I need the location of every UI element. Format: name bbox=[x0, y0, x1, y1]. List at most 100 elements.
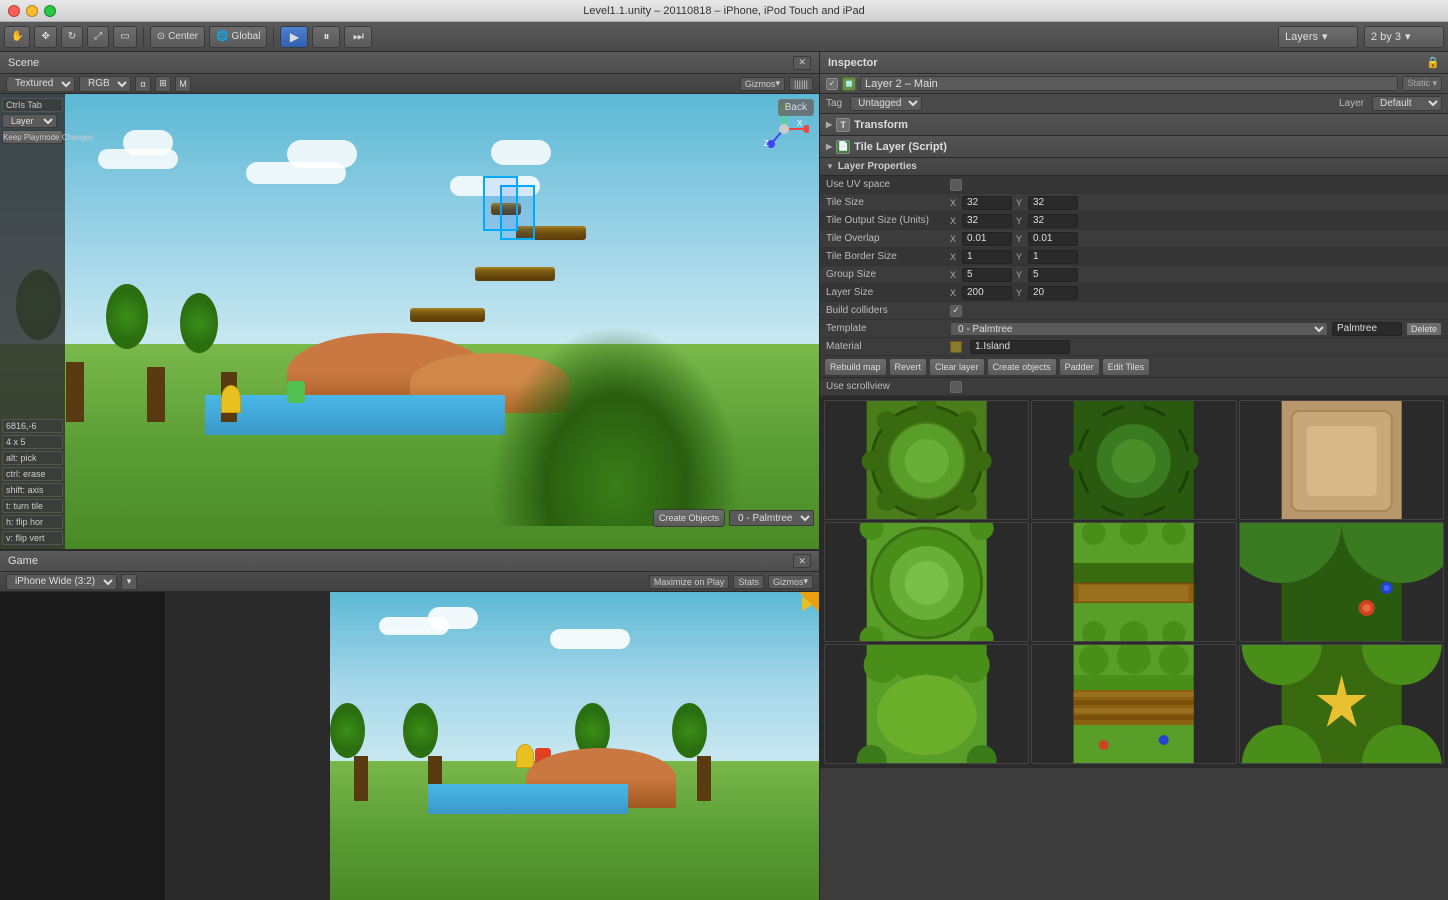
tile-border-x-input[interactable] bbox=[962, 250, 1012, 264]
alpha-icon-btn[interactable]: α bbox=[135, 76, 151, 92]
rotate-tool-button[interactable]: ↻ bbox=[61, 26, 83, 48]
layout-dropdown[interactable]: 2 by 3 ▾ bbox=[1364, 26, 1444, 48]
tool-coords[interactable]: CtrIs Tab bbox=[2, 98, 63, 112]
tag-select[interactable]: Untagged bbox=[850, 96, 922, 111]
padder-button[interactable]: Padder bbox=[1059, 358, 1100, 376]
layer-size-row: Layer Size X Y bbox=[820, 284, 1448, 302]
revert-button[interactable]: Revert bbox=[889, 358, 928, 376]
keep-playmode-button[interactable]: Keep Playmode Changes bbox=[2, 130, 63, 144]
tool-dims: 4 x 5 bbox=[2, 435, 63, 449]
back-button[interactable]: Back bbox=[778, 99, 814, 116]
game-canvas bbox=[0, 592, 819, 900]
game-resolution-select[interactable]: iPhone Wide (3:2) bbox=[6, 574, 117, 590]
clear-layer-button[interactable]: Clear layer bbox=[929, 358, 985, 376]
tile-output-x-input[interactable] bbox=[962, 214, 1012, 228]
mipmap-icon-btn[interactable]: M bbox=[175, 76, 191, 92]
hand-tool-button[interactable]: ✋ bbox=[4, 26, 30, 48]
template-select[interactable]: 0 - Palmtree bbox=[950, 322, 1328, 336]
tag-label: Tag bbox=[826, 98, 842, 109]
group-size-x-pair: X bbox=[950, 268, 1012, 282]
tile-cell-7[interactable] bbox=[824, 644, 1029, 764]
group-size-y-input[interactable] bbox=[1028, 268, 1078, 282]
layers-dropdown[interactable]: Layers ▾ bbox=[1278, 26, 1358, 48]
platform-2 bbox=[475, 267, 555, 281]
tile-overlap-x-input[interactable] bbox=[962, 232, 1012, 246]
use-scrollview-checkbox[interactable] bbox=[950, 381, 962, 393]
rebuild-map-button[interactable]: Rebuild map bbox=[824, 358, 887, 376]
object-active-checkbox[interactable]: ✓ bbox=[826, 78, 838, 90]
layer-size-x-input[interactable] bbox=[962, 286, 1012, 300]
build-colliders-checkbox[interactable] bbox=[950, 305, 962, 317]
template-name-input[interactable] bbox=[1332, 322, 1402, 336]
create-objects-button[interactable]: Create Objects bbox=[653, 509, 725, 527]
game-player bbox=[516, 744, 534, 768]
game-aspect-btn[interactable]: ▾ bbox=[121, 574, 137, 590]
pause-button[interactable]: ⏸ bbox=[312, 26, 340, 48]
global-button[interactable]: 🌐 Global bbox=[209, 26, 267, 48]
maximize-play-button[interactable]: Maximize on Play bbox=[649, 575, 730, 589]
tile-cell-6[interactable] bbox=[1239, 522, 1444, 642]
tile-cell-5[interactable] bbox=[1031, 522, 1236, 642]
selected-platform-2 bbox=[483, 176, 518, 231]
tile-output-y-input[interactable] bbox=[1028, 214, 1078, 228]
scene-canvas: CtrIs Tab Layer 2 - Main Keep Playmode C… bbox=[0, 94, 819, 549]
close-game-button[interactable]: ✕ bbox=[793, 554, 811, 568]
layer-size-y-input[interactable] bbox=[1028, 286, 1078, 300]
group-size-xy: X Y bbox=[950, 268, 1442, 282]
step-button[interactable]: ⏭ bbox=[344, 26, 372, 48]
move-tool-button[interactable]: ✥ bbox=[34, 26, 56, 48]
scene-mode-select[interactable]: Textured bbox=[6, 76, 75, 92]
lock-icon[interactable]: 🔒 bbox=[1426, 56, 1440, 69]
object-name-input[interactable] bbox=[860, 76, 1398, 91]
delete-template-button[interactable]: Delete bbox=[1406, 322, 1442, 336]
tile-cell-3[interactable] bbox=[1239, 400, 1444, 520]
tile-layer-label: Tile Layer (Script) bbox=[854, 141, 947, 153]
build-colliders-label: Build colliders bbox=[826, 305, 946, 316]
layer-select-overlay[interactable]: Layer 2 - Main bbox=[2, 114, 57, 128]
x-label-5: X bbox=[950, 270, 960, 280]
game-tab-label[interactable]: Game bbox=[8, 555, 38, 567]
build-colliders-row: Build colliders bbox=[820, 302, 1448, 320]
maximize-button[interactable] bbox=[44, 5, 56, 17]
platform-4 bbox=[410, 308, 485, 322]
edit-tiles-button[interactable]: Edit Tiles bbox=[1102, 358, 1151, 376]
create-objects-inspector-button[interactable]: Create objects bbox=[987, 358, 1057, 376]
layer-select[interactable]: Default bbox=[1372, 96, 1442, 111]
close-scene-button[interactable]: ✕ bbox=[793, 56, 811, 70]
scene-rgb-select[interactable]: RGB bbox=[79, 76, 131, 92]
tile-cell-9[interactable] bbox=[1239, 644, 1444, 764]
center-icon: ⊙ bbox=[157, 31, 165, 42]
cloud-6 bbox=[491, 140, 551, 165]
tile-size-x-input[interactable] bbox=[962, 196, 1012, 210]
create-objects-bar: Create Objects 0 - Palmtree bbox=[653, 509, 814, 527]
overdraw-icon-btn[interactable]: ⊞ bbox=[155, 76, 171, 92]
tile-size-y-input[interactable] bbox=[1028, 196, 1078, 210]
tile-cell-2[interactable] bbox=[1031, 400, 1236, 520]
minimize-button[interactable] bbox=[26, 5, 38, 17]
use-uv-checkbox[interactable] bbox=[950, 179, 962, 191]
rect-tool-button[interactable]: ▭ bbox=[113, 26, 136, 48]
close-button[interactable] bbox=[8, 5, 20, 17]
tile-cell-1[interactable] bbox=[824, 400, 1029, 520]
tile-overlap-x-pair: X bbox=[950, 232, 1012, 246]
game-tree-trunk-1 bbox=[354, 756, 368, 801]
tile-cell-8[interactable] bbox=[1031, 644, 1236, 764]
y-label-3: Y bbox=[1016, 234, 1026, 244]
scene-tab-label[interactable]: Scene bbox=[8, 57, 39, 69]
material-input[interactable] bbox=[970, 340, 1070, 354]
tile-overlap-y-input[interactable] bbox=[1028, 232, 1078, 246]
snap-settings-button[interactable]: |||||| bbox=[789, 77, 813, 91]
group-size-x-input[interactable] bbox=[962, 268, 1012, 282]
center-button[interactable]: ⊙ Center bbox=[150, 26, 205, 48]
tile-cell-4[interactable] bbox=[824, 522, 1029, 642]
inspector-tab-label[interactable]: Inspector bbox=[828, 57, 878, 69]
gizmos-button[interactable]: Gizmos ▾ bbox=[740, 77, 785, 91]
tile-size-xy: X Y bbox=[950, 196, 1442, 210]
play-button[interactable]: ▶ bbox=[280, 26, 308, 48]
flip-vert-label: v: flip vert bbox=[2, 531, 63, 545]
stats-button[interactable]: Stats bbox=[733, 575, 764, 589]
tile-border-y-input[interactable] bbox=[1028, 250, 1078, 264]
game-gizmos-button[interactable]: Gizmos ▾ bbox=[768, 575, 813, 589]
palmtree-select[interactable]: 0 - Palmtree bbox=[729, 510, 814, 526]
scale-tool-button[interactable]: ⤢ bbox=[87, 26, 109, 48]
